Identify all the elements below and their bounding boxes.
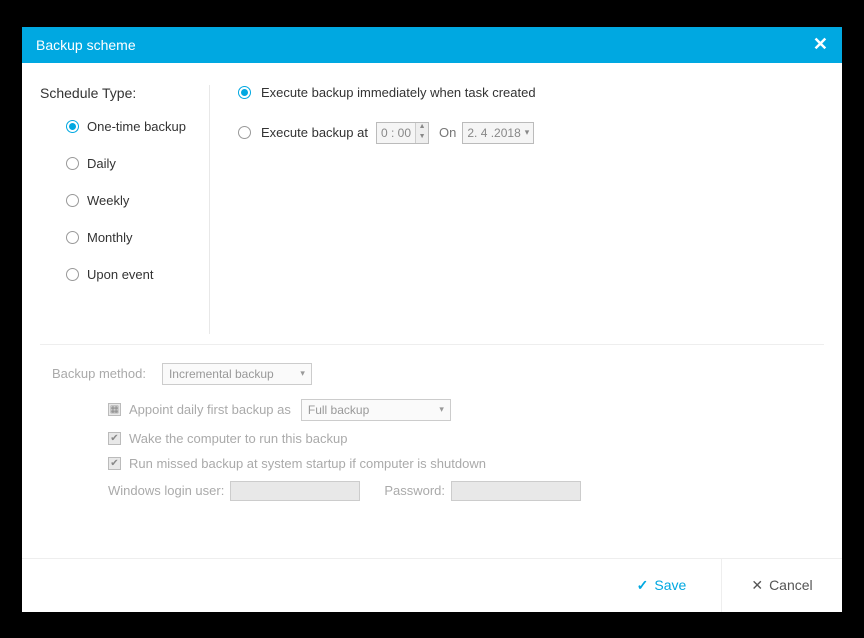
radio-label: Daily	[87, 156, 116, 171]
radio-icon	[66, 120, 79, 133]
time-input[interactable]: 0 : 00 ▲ ▼	[376, 122, 429, 144]
radio-label: Execute backup immediately when task cre…	[261, 85, 536, 100]
dialog-title: Backup scheme	[36, 37, 136, 53]
radio-label: Weekly	[87, 193, 129, 208]
radio-icon	[66, 268, 79, 281]
appoint-select[interactable]: Full backup ▾	[301, 399, 451, 421]
upper-panel: Schedule Type: One-time backup Daily Wee…	[22, 63, 842, 344]
radio-onetime[interactable]: One-time backup	[66, 119, 209, 134]
radio-upon-event[interactable]: Upon event	[66, 267, 209, 282]
radio-execute-immediately[interactable]: Execute backup immediately when task cre…	[238, 85, 824, 100]
execute-panel: Execute backup immediately when task cre…	[210, 85, 824, 334]
run-missed-row: ✔ Run missed backup at system startup if…	[108, 456, 812, 471]
schedule-type-heading: Schedule Type:	[40, 85, 209, 101]
backup-method-label: Backup method:	[52, 366, 146, 381]
dialog-footer: ✓ Save ✕ Cancel	[22, 558, 842, 612]
radio-icon	[238, 86, 251, 99]
wake-label: Wake the computer to run this backup	[129, 431, 347, 446]
close-icon: ✕	[751, 577, 763, 594]
date-input[interactable]: 2. 4 .2018 ▾	[462, 122, 534, 144]
radio-label: One-time backup	[87, 119, 186, 134]
on-label: On	[439, 125, 456, 140]
radio-monthly[interactable]: Monthly	[66, 230, 209, 245]
schedule-type-panel: Schedule Type: One-time backup Daily Wee…	[40, 85, 210, 334]
chevron-down-icon: ▾	[525, 127, 530, 138]
radio-icon	[66, 194, 79, 207]
dialog-body: Schedule Type: One-time backup Daily Wee…	[22, 63, 842, 558]
run-missed-label: Run missed backup at system startup if c…	[129, 456, 486, 471]
chevron-up-icon[interactable]: ▲	[416, 123, 428, 133]
titlebar: Backup scheme ✕	[22, 27, 842, 63]
radio-weekly[interactable]: Weekly	[66, 193, 209, 208]
save-button[interactable]: ✓ Save	[602, 559, 722, 612]
cancel-button[interactable]: ✕ Cancel	[722, 559, 842, 612]
chevron-down-icon: ▾	[300, 368, 305, 379]
schedule-type-options: One-time backup Daily Weekly Monthly	[66, 119, 209, 282]
chevron-down-icon: ▾	[439, 404, 444, 415]
radio-daily[interactable]: Daily	[66, 156, 209, 171]
appoint-row: ▦ Appoint daily first backup as Full bac…	[108, 399, 812, 421]
time-spinner[interactable]: ▲ ▼	[415, 123, 428, 143]
appoint-label: Appoint daily first backup as	[129, 402, 291, 417]
checkbox-wake[interactable]: ✔	[108, 432, 121, 445]
backup-method-row: Backup method: Incremental backup ▾	[52, 363, 812, 385]
radio-label: Execute backup at	[261, 125, 368, 140]
radio-icon	[66, 231, 79, 244]
radio-label: Monthly	[87, 230, 133, 245]
wake-row: ✔ Wake the computer to run this backup	[108, 431, 812, 446]
lower-panel: Backup method: Incremental backup ▾ ▦ Ap…	[22, 359, 842, 521]
check-icon: ✓	[637, 577, 649, 594]
radio-icon	[66, 157, 79, 170]
chevron-down-icon[interactable]: ▼	[416, 133, 428, 143]
password-label: Password:	[384, 483, 445, 498]
backup-method-select[interactable]: Incremental backup ▾	[162, 363, 312, 385]
credentials-row: Windows login user: Password:	[108, 481, 812, 501]
radio-label: Upon event	[87, 267, 154, 282]
user-input[interactable]	[230, 481, 360, 501]
divider	[40, 344, 824, 345]
checkbox-appoint[interactable]: ▦	[108, 403, 121, 416]
close-icon[interactable]: ✕	[813, 34, 828, 55]
user-label: Windows login user:	[108, 483, 224, 498]
radio-icon	[238, 126, 251, 139]
radio-execute-at[interactable]: Execute backup at 0 : 00 ▲ ▼ On 2. 4 .20…	[238, 122, 824, 144]
backup-scheme-dialog: Backup scheme ✕ Schedule Type: One-time …	[22, 27, 842, 612]
checkbox-run-missed[interactable]: ✔	[108, 457, 121, 470]
password-input[interactable]	[451, 481, 581, 501]
